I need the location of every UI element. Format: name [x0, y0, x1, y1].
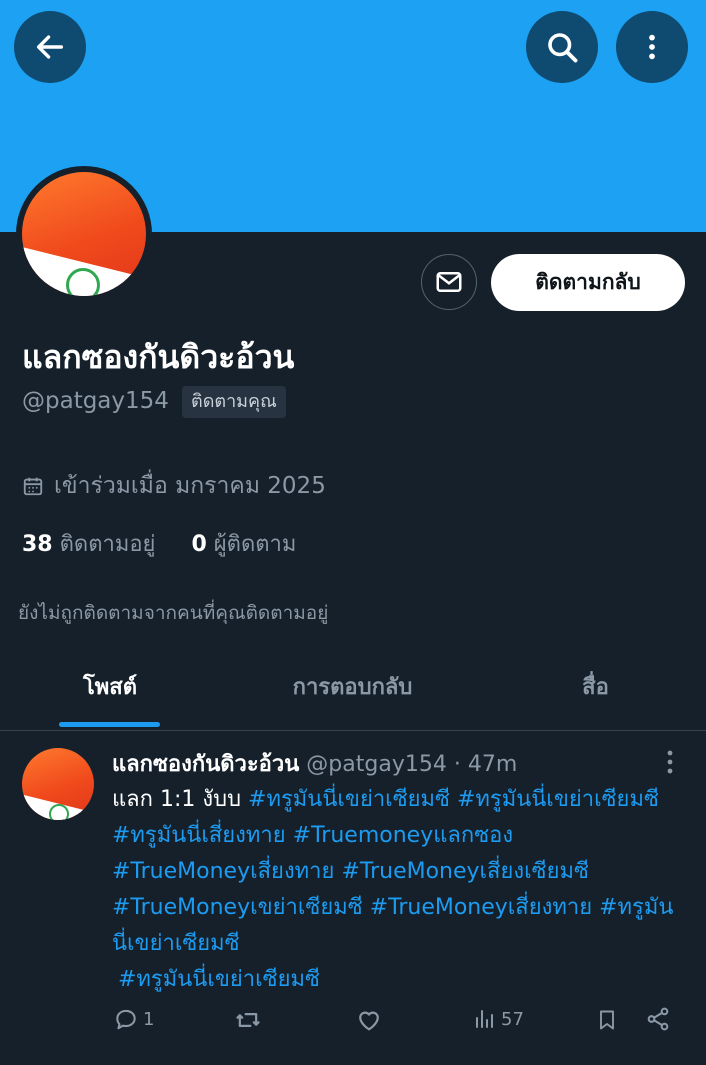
- hashtag[interactable]: #TrueMoneyเขย่าเซียมซี: [112, 895, 363, 920]
- followers-link[interactable]: 0 ผู้ติดตาม: [191, 532, 296, 557]
- following-link[interactable]: 38 ติดตามอยู่: [22, 532, 155, 557]
- repost-icon: [236, 1013, 260, 1027]
- share-icon: [647, 1007, 669, 1031]
- search-icon: [548, 33, 578, 63]
- mail-icon: [436, 272, 462, 292]
- hashtag[interactable]: #ทรูมันนี่เขย่าเซียมซี: [248, 787, 450, 812]
- post-time[interactable]: 47m: [468, 752, 517, 777]
- message-button[interactable]: [421, 254, 477, 310]
- reply-count: 1: [143, 1008, 155, 1030]
- profile-handle: @patgay154: [22, 388, 169, 414]
- profile-display-name: แลกซองกันดิวะอ้วน: [22, 338, 295, 376]
- more-options-button[interactable]: [616, 11, 688, 83]
- like-button[interactable]: [355, 1006, 383, 1034]
- post-more-button[interactable]: [660, 748, 680, 776]
- post-author-name[interactable]: แลกซองกันดิวะอ้วน: [112, 752, 299, 777]
- more-vertical-icon: [667, 750, 673, 774]
- post-author-handle[interactable]: @patgay154: [306, 752, 447, 777]
- check-icon: [66, 268, 100, 296]
- tab-replies[interactable]: การตอบกลับ: [220, 660, 485, 730]
- calendar-icon: [23, 477, 43, 496]
- views-icon: [476, 1010, 493, 1028]
- reply-button[interactable]: 1: [113, 1006, 154, 1032]
- followers-count: 0: [191, 532, 207, 557]
- avatar-image: [22, 172, 146, 296]
- post-text-prefix: แลก 1:1 งับบ: [112, 787, 242, 812]
- reply-icon: [116, 1009, 136, 1030]
- post-actions: 1 57: [0, 1006, 706, 1046]
- back-button[interactable]: [14, 11, 86, 83]
- active-tab-indicator: [59, 722, 160, 727]
- repost-button[interactable]: [233, 1006, 263, 1034]
- hashtag[interactable]: #TrueMoneyเสี่ยงเซียมซี: [341, 859, 588, 884]
- hashtag[interactable]: #TrueMoneyเสี่ยงทาย: [370, 895, 592, 920]
- follows-you-badge: ติดตามคุณ: [182, 386, 286, 418]
- hashtag[interactable]: #TrueMoneyเสี่ยงทาย: [112, 859, 334, 884]
- following-count: 38: [22, 532, 53, 557]
- bookmark-button[interactable]: [595, 1006, 619, 1034]
- bookmark-icon: [600, 1010, 614, 1030]
- views-count: 57: [501, 1008, 524, 1030]
- profile-avatar[interactable]: [16, 166, 152, 302]
- post-avatar[interactable]: [22, 748, 94, 820]
- heart-icon: [359, 1011, 379, 1031]
- hashtag[interactable]: #ทรูมันนี่เขย่าเซียมซี: [118, 967, 320, 992]
- views-button[interactable]: 57: [473, 1006, 524, 1032]
- joined-text: เข้าร่วมเมื่อ มกราคม 2025: [54, 473, 326, 499]
- post-header: แลกซองกันดิวะอ้วน @patgay154 · 47m: [112, 746, 517, 781]
- check-icon: [49, 804, 69, 820]
- post-separator: ·: [453, 752, 461, 777]
- follow-back-button[interactable]: ติดตามกลับ: [491, 254, 685, 311]
- joined-date: เข้าร่วมเมื่อ มกราคม 2025: [22, 468, 326, 504]
- share-button[interactable]: [645, 1006, 671, 1032]
- following-label: ติดตามอยู่: [59, 532, 156, 557]
- follow-stats: 38 ติดตามอยู่ 0 ผู้ติดตาม: [22, 526, 296, 561]
- not-followed-note: ยังไม่ถูกติดตามจากคนที่คุณติดตามอยู่: [18, 602, 329, 624]
- hashtag[interactable]: #ทรูมันนี่เสี่ยงทาย: [112, 823, 286, 848]
- hashtag[interactable]: #ทรูมันนี่เขย่าเซียมซี: [457, 787, 659, 812]
- followers-label: ผู้ติดตาม: [213, 532, 297, 557]
- tab-posts[interactable]: โพสต์: [0, 660, 220, 730]
- hashtag[interactable]: #Truemoneyแลกซอง: [293, 823, 513, 848]
- search-button[interactable]: [526, 11, 598, 83]
- back-arrow-icon: [36, 35, 64, 59]
- tab-media[interactable]: สื่อ: [485, 660, 706, 730]
- profile-tabs: โพสต์ การตอบกลับ สื่อ: [0, 660, 706, 731]
- more-vertical-icon: [649, 34, 655, 60]
- post-text: แลก 1:1 งับบ #ทรูมันนี่เขย่าเซียมซี #ทรู…: [112, 782, 682, 998]
